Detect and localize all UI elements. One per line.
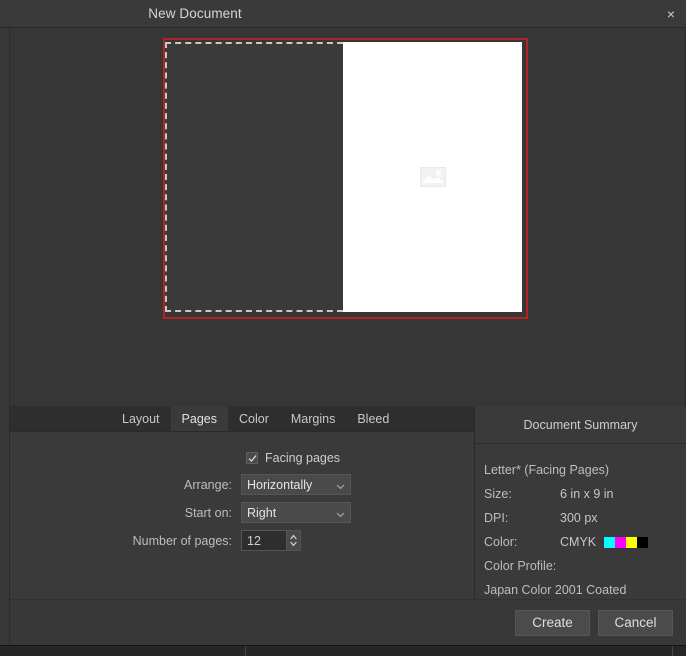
arrange-field: Horizontally xyxy=(241,474,351,495)
start-on-row: Start on: Right xyxy=(10,502,474,523)
document-summary-heading: Document Summary xyxy=(475,406,686,444)
document-preview-region: Letter* xyxy=(9,28,686,406)
tab-margins[interactable]: Margins xyxy=(280,406,346,431)
summary-color-profile-label: Color Profile: xyxy=(484,559,557,573)
tab-pages[interactable]: Pages xyxy=(170,406,228,431)
dialog-footer: Create Cancel xyxy=(10,599,686,645)
create-button[interactable]: Create xyxy=(515,609,590,636)
facing-pages-label[interactable]: Facing pages xyxy=(265,451,340,465)
arrange-row: Arrange: Horizontally xyxy=(10,474,474,495)
arrange-select[interactable]: Horizontally xyxy=(241,474,351,495)
pages-tab-content: Facing pages Arrange: Horizontally Start… xyxy=(10,432,474,599)
tab-bleed[interactable]: Bleed xyxy=(346,406,400,431)
cmyk-swatches xyxy=(604,536,649,548)
chevron-down-icon xyxy=(336,508,345,518)
summary-color-label: Color: xyxy=(484,535,518,549)
summary-document-value: Letter* (Facing Pages) xyxy=(484,463,610,477)
page-spread[interactable] xyxy=(163,38,528,319)
new-document-dialog: New Document × Letter* xyxy=(0,0,686,645)
summary-color-profile-row: Color Profile: xyxy=(484,554,686,578)
tab-layout[interactable]: Layout xyxy=(111,406,171,431)
summary-color-value: CMYK xyxy=(560,535,597,549)
swatch-yellow xyxy=(626,536,638,548)
tab-color[interactable]: Color xyxy=(228,406,280,431)
facing-pages-row: Facing pages xyxy=(10,451,474,465)
dialog-lower-section: Layout Pages Color Margins Bleed Facing … xyxy=(9,406,686,645)
number-of-pages-field xyxy=(241,530,301,551)
start-on-value: Right xyxy=(247,505,277,520)
settings-panes: Layout Pages Color Margins Bleed Facing … xyxy=(10,406,686,599)
chevron-down-icon xyxy=(336,480,345,490)
document-summary-body: Letter* (Facing Pages) Size: 6 in x 9 in… xyxy=(475,444,686,602)
page-right[interactable] xyxy=(343,42,522,312)
swatch-black xyxy=(637,536,649,548)
close-icon[interactable]: × xyxy=(656,0,686,27)
number-of-pages-stepper[interactable] xyxy=(241,530,301,551)
start-on-select[interactable]: Right xyxy=(241,502,351,523)
summary-color-profile-value: Japan Color 2001 Coated xyxy=(484,583,627,597)
summary-color-row: Color: CMYK xyxy=(484,530,686,554)
image-placeholder-icon xyxy=(419,167,446,187)
summary-dpi-label: DPI: xyxy=(484,511,509,525)
start-on-field: Right xyxy=(241,502,351,523)
number-of-pages-label: Number of pages: xyxy=(132,533,232,548)
dialog-titlebar: New Document × xyxy=(0,0,686,28)
summary-size-row: Size: 6 in x 9 in xyxy=(484,482,686,506)
cancel-button[interactable]: Cancel xyxy=(598,609,673,636)
arrange-label: Arrange: xyxy=(184,477,232,492)
start-on-label: Start on: xyxy=(184,505,232,520)
summary-dpi-row: DPI: 300 px xyxy=(484,506,686,530)
settings-left-pane: Layout Pages Color Margins Bleed Facing … xyxy=(10,406,475,599)
swatch-cyan xyxy=(604,536,616,548)
arrange-value: Horizontally xyxy=(247,477,313,492)
background-bottom-strip xyxy=(0,645,686,656)
document-summary-pane: Document Summary Letter* (Facing Pages) … xyxy=(475,406,686,599)
dialog-title-wrap: New Document xyxy=(0,6,686,21)
stepper-arrows-icon[interactable] xyxy=(287,530,301,551)
settings-tabbar: Layout Pages Color Margins Bleed xyxy=(10,406,474,432)
spread-pages xyxy=(165,42,522,312)
page-left-empty[interactable] xyxy=(165,42,343,312)
summary-dpi-value: 300 px xyxy=(560,511,598,525)
swatch-magenta xyxy=(615,536,627,548)
summary-document-line: Letter* (Facing Pages) xyxy=(484,458,686,482)
facing-pages-checkbox[interactable] xyxy=(246,452,258,464)
number-of-pages-row: Number of pages: xyxy=(10,530,474,551)
number-of-pages-input[interactable] xyxy=(241,530,287,551)
dialog-title: New Document xyxy=(148,6,242,21)
summary-size-label: Size: xyxy=(484,487,512,501)
summary-size-value: 6 in x 9 in xyxy=(560,487,614,501)
